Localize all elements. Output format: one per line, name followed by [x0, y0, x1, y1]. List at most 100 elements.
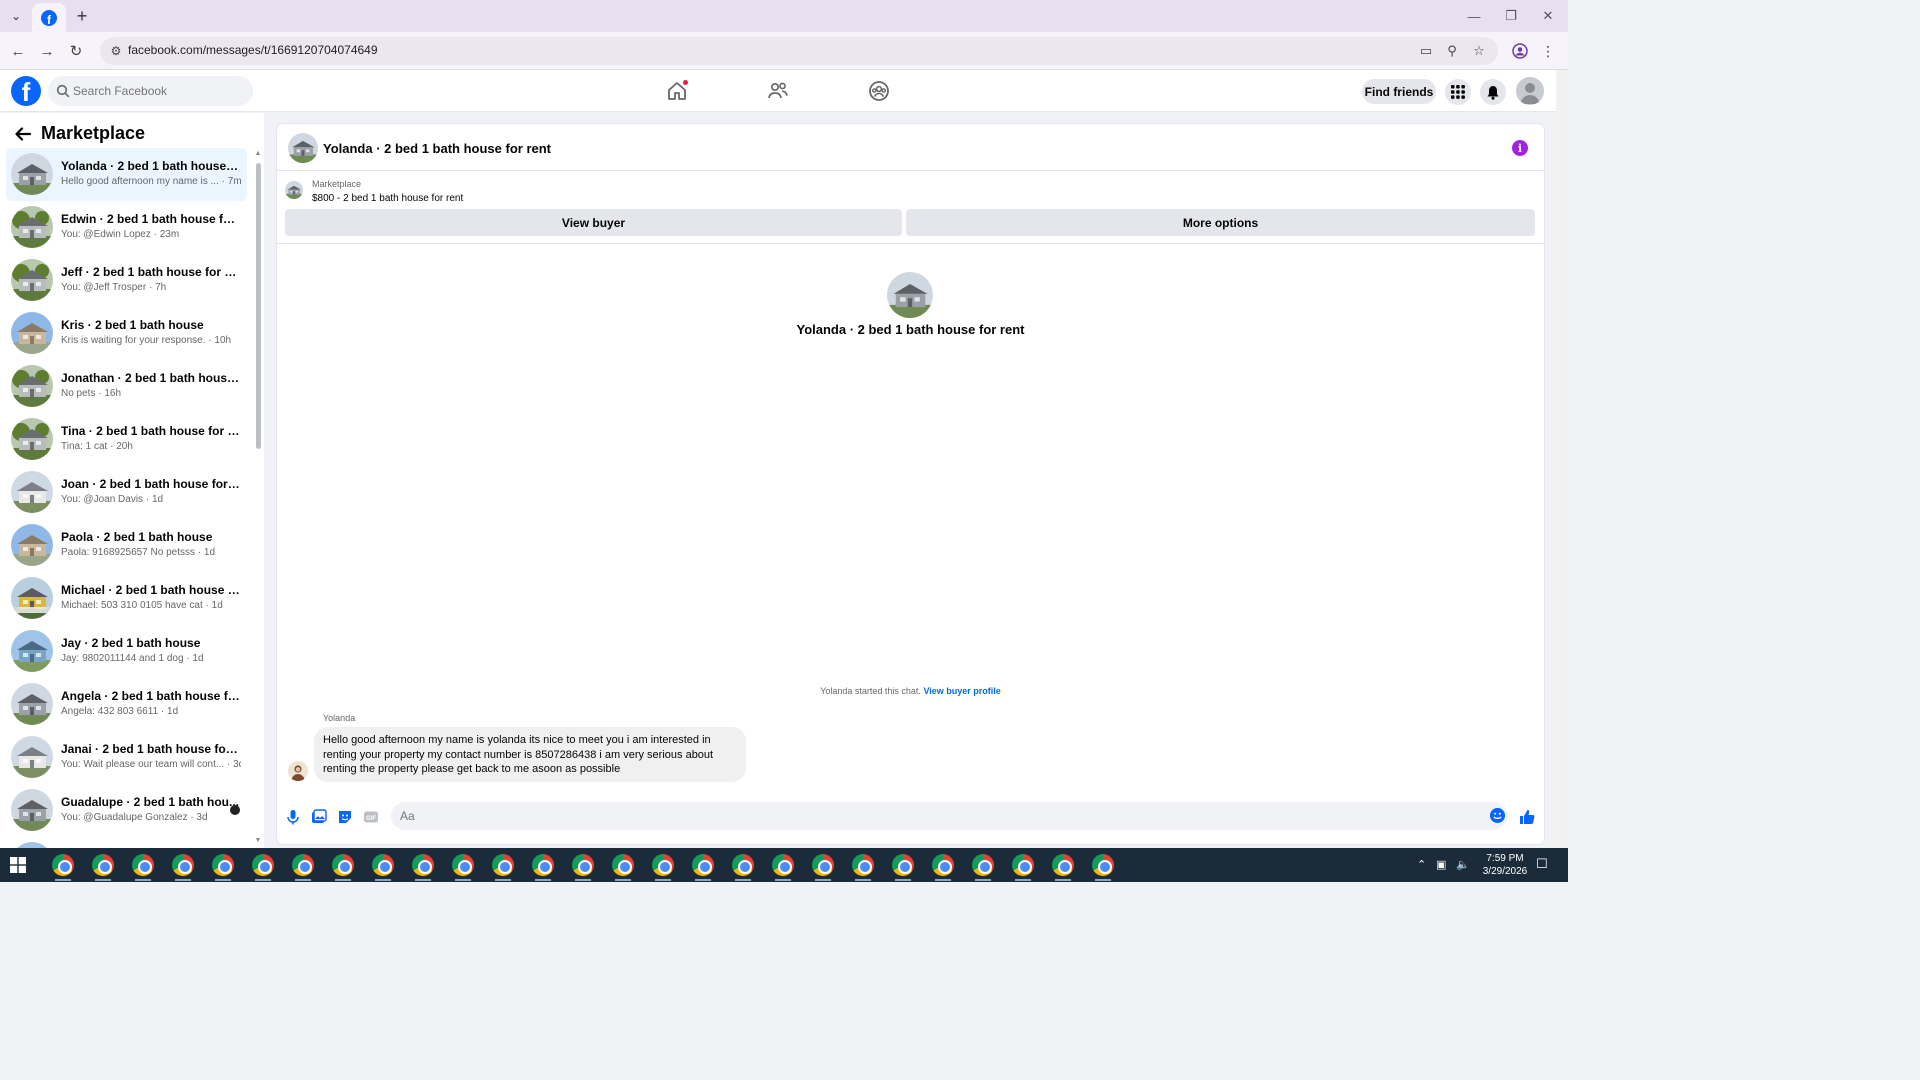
network-icon[interactable]: ▣: [1436, 858, 1446, 871]
conversation-preview: You: Wait please our team will cont... ·…: [61, 759, 241, 770]
close-window-icon[interactable]: ✕: [1538, 6, 1558, 26]
chrome-window-icon[interactable]: [92, 854, 114, 876]
like-thumb-icon[interactable]: [1518, 808, 1536, 826]
conversation-item[interactable]: Paola · 2 bed 1 bath house Paola: 9168925…: [6, 519, 247, 572]
chrome-window-icon[interactable]: [1092, 854, 1114, 876]
sender-avatar[interactable]: [288, 761, 308, 781]
chrome-window-icon[interactable]: [292, 854, 314, 876]
microphone-icon[interactable]: [284, 808, 302, 826]
back-arrow-icon[interactable]: [14, 125, 32, 143]
menu-grid-icon[interactable]: [1445, 79, 1471, 105]
chrome-window-icon[interactable]: [372, 854, 394, 876]
conversation-item[interactable]: Jonathan · 2 bed 1 bath house f... No pet…: [6, 360, 247, 413]
chrome-window-icon[interactable]: [132, 854, 154, 876]
message-input[interactable]: [391, 802, 1507, 830]
emoji-icon[interactable]: [1490, 808, 1505, 823]
chrome-window-icon[interactable]: [652, 854, 674, 876]
chrome-window-icon[interactable]: [1052, 854, 1074, 876]
conversation-item[interactable]: [6, 837, 247, 848]
chrome-window-icon[interactable]: [812, 854, 834, 876]
chrome-window-icon[interactable]: [452, 854, 474, 876]
facebook-logo-icon[interactable]: f: [11, 76, 41, 106]
volume-icon[interactable]: 🔈: [1456, 858, 1470, 871]
conversation-thumb: [11, 683, 53, 725]
conversation-item[interactable]: Angela · 2 bed 1 bath house for ... Angel…: [6, 678, 247, 731]
message-bubble[interactable]: Hello good afternoon my name is yolanda …: [314, 727, 746, 782]
chrome-window-icon[interactable]: [492, 854, 514, 876]
chrome-window-icon[interactable]: [172, 854, 194, 876]
conversation-list: Yolanda · 2 bed 1 bath house for... Hello…: [6, 148, 247, 848]
facebook-search[interactable]: [48, 76, 253, 106]
tab-search-icon[interactable]: ⌄: [6, 6, 26, 26]
chrome-window-icon[interactable]: [532, 854, 554, 876]
conversation-item[interactable]: Kris · 2 bed 1 bath house Kris is waiting…: [6, 307, 247, 360]
sidebar-scroll-thumb[interactable]: [256, 163, 261, 449]
install-app-icon[interactable]: ▭: [1418, 43, 1434, 59]
profile-icon[interactable]: [1510, 41, 1530, 61]
sidebar-scrollbar[interactable]: ▲ ▼: [254, 150, 262, 845]
windows-start-icon[interactable]: [10, 857, 26, 873]
friends-icon[interactable]: [766, 79, 790, 103]
chat-listing-thumb[interactable]: [288, 133, 318, 163]
gif-icon[interactable]: GIF: [362, 808, 380, 826]
chrome-window-icon[interactable]: [972, 854, 994, 876]
notification-center-icon[interactable]: ☐: [1536, 856, 1548, 872]
chrome-window-icon[interactable]: [332, 854, 354, 876]
conversation-item[interactable]: Yolanda · 2 bed 1 bath house for... Hello…: [6, 148, 247, 201]
restore-icon[interactable]: ❐: [1501, 6, 1521, 26]
conversation-item[interactable]: Joan · 2 bed 1 bath house for rent You: @…: [6, 466, 247, 519]
browser-tab-facebook[interactable]: f: [32, 3, 66, 32]
chrome-window-icon[interactable]: [572, 854, 594, 876]
chrome-window-icon[interactable]: [692, 854, 714, 876]
search-input[interactable]: [73, 76, 248, 106]
chrome-window-icon[interactable]: [252, 854, 274, 876]
chrome-window-icon[interactable]: [732, 854, 754, 876]
chrome-window-icon[interactable]: [612, 854, 634, 876]
url-text[interactable]: facebook.com/messages/t/1669120704074649: [128, 43, 378, 57]
site-info-icon[interactable]: ⚙: [108, 43, 124, 59]
conversation-item[interactable]: Jeff · 2 bed 1 bath house for rent You: @…: [6, 254, 247, 307]
conversation-thumb: [11, 312, 53, 354]
chrome-window-icon[interactable]: [852, 854, 874, 876]
conversation-item[interactable]: Janai · 2 bed 1 bath house for rent You: …: [6, 731, 247, 784]
zoom-icon[interactable]: ⚲: [1444, 43, 1460, 59]
conversation-item[interactable]: Edwin · 2 bed 1 bath house for r... You: …: [6, 201, 247, 254]
chrome-window-icon[interactable]: [52, 854, 74, 876]
chrome-window-icon[interactable]: [932, 854, 954, 876]
back-icon[interactable]: ←: [8, 41, 28, 61]
photo-icon[interactable]: [310, 808, 328, 826]
browser-menu-icon[interactable]: ⋮: [1538, 41, 1558, 61]
sticker-icon[interactable]: [336, 808, 354, 826]
bookmark-star-icon[interactable]: ☆: [1471, 43, 1487, 59]
find-friends-button[interactable]: Find friends: [1362, 79, 1436, 104]
view-buyer-profile-link[interactable]: View buyer profile: [923, 686, 1000, 696]
page-scrollbar[interactable]: [1556, 70, 1568, 848]
conversation-item[interactable]: Guadalupe · 2 bed 1 bath hou... You: @Gua…: [6, 784, 247, 837]
new-tab-icon[interactable]: +: [72, 6, 92, 26]
groups-icon[interactable]: [867, 79, 891, 103]
chrome-window-icon[interactable]: [1012, 854, 1034, 876]
conversation-item[interactable]: Tina · 2 bed 1 bath house for rent Tina: …: [6, 413, 247, 466]
chat-title[interactable]: Yolanda · 2 bed 1 bath house for rent: [323, 141, 551, 156]
scroll-down-icon[interactable]: ▼: [254, 837, 262, 844]
chrome-window-icon[interactable]: [772, 854, 794, 876]
more-options-button[interactable]: More options: [906, 209, 1535, 236]
chrome-window-icon[interactable]: [412, 854, 434, 876]
forward-icon[interactable]: →: [37, 41, 57, 61]
minimize-icon[interactable]: —: [1464, 6, 1484, 26]
listing-price[interactable]: $800 - 2 bed 1 bath house for rent: [312, 193, 463, 204]
account-avatar[interactable]: [1516, 77, 1544, 105]
reload-icon[interactable]: ↻: [66, 41, 86, 61]
conversation-item[interactable]: Michael · 2 bed 1 bath house for... Micha…: [6, 572, 247, 625]
scroll-up-icon[interactable]: ▲: [254, 150, 262, 157]
view-buyer-button[interactable]: View buyer: [285, 209, 902, 236]
chrome-window-icon[interactable]: [212, 854, 234, 876]
address-bar[interactable]: ⚙ facebook.com/messages/t/16691207040746…: [100, 37, 1498, 65]
conversation-item[interactable]: Jay · 2 bed 1 bath house Jay: 9802011144 …: [6, 625, 247, 678]
tray-chevron-icon[interactable]: ⌃: [1417, 858, 1426, 871]
info-icon[interactable]: i: [1512, 140, 1528, 156]
listing-thumb[interactable]: [285, 181, 303, 199]
taskbar-clock[interactable]: 7:59 PM 3/29/2026: [1475, 852, 1535, 878]
chrome-window-icon[interactable]: [892, 854, 914, 876]
notifications-bell-icon[interactable]: [1480, 79, 1506, 105]
